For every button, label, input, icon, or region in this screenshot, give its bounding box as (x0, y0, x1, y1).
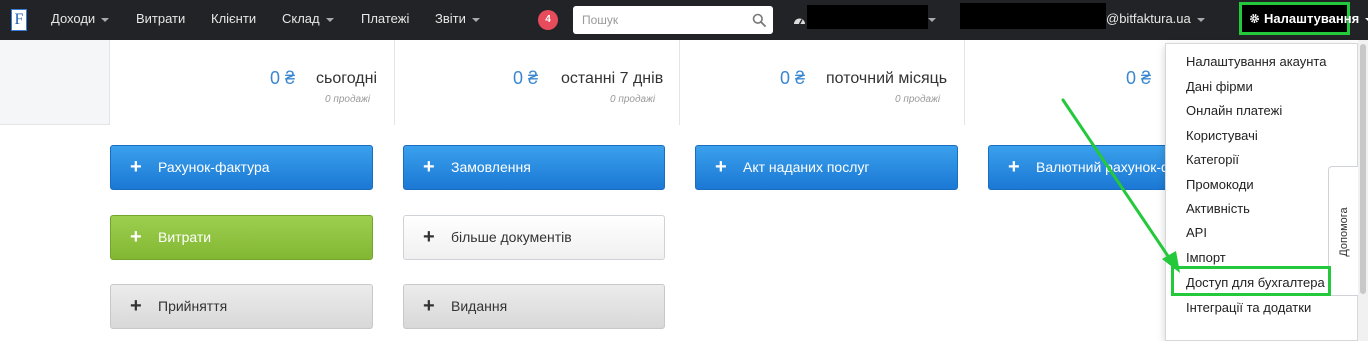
annotation-arrow (1061, 98, 1180, 273)
